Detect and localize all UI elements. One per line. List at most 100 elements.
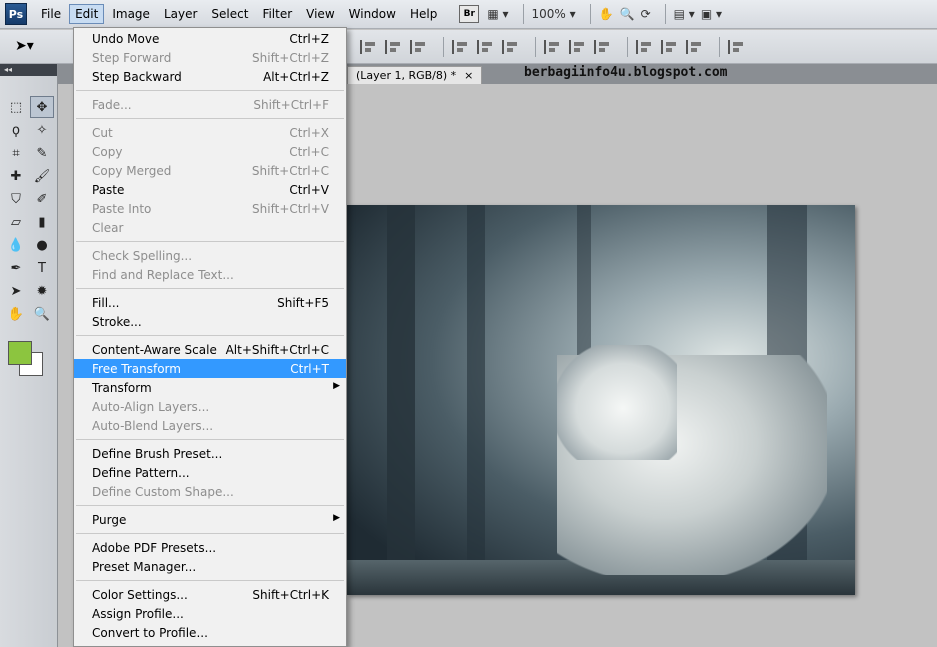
crop-tool-icon[interactable]: ⌗ (4, 142, 28, 164)
type-tool-icon[interactable]: T (30, 257, 54, 279)
menu-item-define-brush-preset[interactable]: Define Brush Preset... (74, 444, 346, 463)
marquee-tool-icon[interactable]: ⬚ (4, 96, 28, 118)
menu-item-color-settings[interactable]: Color Settings... Shift+Ctrl+K (74, 585, 346, 604)
zoom-tool-icon[interactable]: 🔍 (30, 303, 54, 325)
menu-layer[interactable]: Layer (158, 4, 203, 24)
menu-item-assign-profile[interactable]: Assign Profile... (74, 604, 346, 623)
menu-item-preset-manager[interactable]: Preset Manager... (74, 557, 346, 576)
menu-item-label: Step Forward (92, 50, 172, 65)
menu-item-step-forward[interactable]: Step Forward Shift+Ctrl+Z (74, 48, 346, 67)
separator (535, 36, 536, 57)
distribute-left-icon[interactable] (636, 39, 656, 54)
menu-item-transform[interactable]: Transform ▶ (74, 378, 346, 397)
menu-separator (76, 288, 344, 289)
menu-window[interactable]: Window (343, 4, 402, 24)
screen-mode-icon[interactable]: ▣ ▾ (701, 3, 722, 25)
auto-align-layers-icon[interactable] (728, 39, 748, 54)
zoom-level-select[interactable]: 100% ▾ (532, 3, 576, 25)
foreground-color-swatch[interactable] (8, 341, 32, 365)
menu-filter[interactable]: Filter (256, 4, 298, 24)
align-vertical-center-icon[interactable] (385, 39, 405, 54)
align-bottom-icon[interactable] (410, 39, 430, 54)
pen-tool-icon[interactable]: ✒ (4, 257, 28, 279)
align-horizontal-center-icon[interactable] (477, 39, 497, 54)
menu-item-check-spelling[interactable]: Check Spelling... (74, 246, 346, 265)
menu-item-step-backward[interactable]: Step Backward Alt+Ctrl+Z (74, 67, 346, 86)
menu-select[interactable]: Select (205, 4, 254, 24)
distribute-vertical-center-icon[interactable] (569, 39, 589, 54)
tree (387, 205, 415, 565)
separator (627, 36, 628, 57)
menu-item-paste[interactable]: Paste Ctrl+V (74, 180, 346, 199)
gradient-tool-icon[interactable]: ▮ (30, 211, 54, 233)
zoom-tool-icon[interactable]: 🔍 (620, 3, 635, 25)
history-brush-tool-icon[interactable]: ✐ (30, 188, 54, 210)
custom-shape-tool-icon[interactable]: ✹ (30, 280, 54, 302)
separator (589, 4, 591, 24)
align-left-icon[interactable] (452, 39, 472, 54)
tools-panel-collapse-icon[interactable]: ◂◂ (0, 64, 57, 76)
menu-item-label: Paste (92, 182, 125, 197)
menu-item-content-aware-scale[interactable]: Content-Aware Scale Alt+Shift+Ctrl+C (74, 340, 346, 359)
menu-item-auto-align-layers[interactable]: Auto-Align Layers... (74, 397, 346, 416)
distribute-bottom-icon[interactable] (594, 39, 614, 54)
eyedropper-tool-icon[interactable]: ✎ (30, 142, 54, 164)
move-tool-preset-icon[interactable]: ➤▾ (15, 38, 34, 54)
healing-brush-tool-icon[interactable]: ✚ (4, 165, 28, 187)
menu-edit[interactable]: Edit (69, 4, 105, 24)
menu-separator (76, 335, 344, 336)
eraser-tool-icon[interactable]: ▱ (4, 211, 28, 233)
view-extras-icon[interactable]: ▦ ▾ (487, 3, 508, 25)
submenu-arrow-icon: ▶ (333, 513, 340, 523)
menu-item-free-transform[interactable]: Free Transform Ctrl+T (74, 359, 346, 378)
menu-item-auto-blend-layers[interactable]: Auto-Blend Layers... (74, 416, 346, 435)
menu-item-clear[interactable]: Clear (74, 218, 346, 237)
menu-item-copy[interactable]: Copy Ctrl+C (74, 142, 346, 161)
menu-item-stroke[interactable]: Stroke... (74, 312, 346, 331)
menu-item-fade[interactable]: Fade... Shift+Ctrl+F (74, 95, 346, 114)
distribute-top-icon[interactable] (544, 39, 564, 54)
distribute-right-icon[interactable] (686, 39, 706, 54)
separator (522, 4, 524, 24)
menu-item-adobe-pdf-presets[interactable]: Adobe PDF Presets... (74, 538, 346, 557)
menu-item-copy-merged[interactable]: Copy Merged Shift+Ctrl+C (74, 161, 346, 180)
dodge-tool-icon[interactable]: ● (30, 234, 54, 256)
align-right-icon[interactable] (502, 39, 522, 54)
menu-item-purge[interactable]: Purge ▶ (74, 510, 346, 529)
hand-tool-icon[interactable]: ✋ (599, 3, 614, 25)
bridge-button[interactable]: Br (459, 5, 480, 23)
menu-item-find-and-replace-text[interactable]: Find and Replace Text... (74, 265, 346, 284)
menu-item-fill[interactable]: Fill... Shift+F5 (74, 293, 346, 312)
menu-help[interactable]: Help (404, 4, 443, 24)
brush-tool-icon[interactable]: 🖌 (30, 165, 54, 187)
arrange-documents-icon[interactable]: ▤ ▾ (674, 3, 695, 25)
menu-item-undo-move[interactable]: Undo Move Ctrl+Z (74, 29, 346, 48)
align-top-icon[interactable] (360, 39, 380, 54)
menu-item-label: Step Backward (92, 69, 182, 84)
path-selection-tool-icon[interactable]: ➤ (4, 280, 28, 302)
menu-item-shortcut: Alt+Ctrl+Z (263, 69, 329, 84)
menu-item-cut[interactable]: Cut Ctrl+X (74, 123, 346, 142)
menu-item-label: Fade... (92, 97, 132, 112)
menu-item-shortcut: Shift+F5 (277, 295, 329, 310)
menu-item-define-custom-shape[interactable]: Define Custom Shape... (74, 482, 346, 501)
clone-stamp-tool-icon[interactable]: ⛉ (4, 188, 28, 210)
menu-item-label: Define Custom Shape... (92, 484, 234, 499)
close-icon[interactable]: × (464, 69, 473, 82)
menu-view[interactable]: View (300, 4, 340, 24)
blur-tool-icon[interactable]: 💧 (4, 234, 28, 256)
lasso-tool-icon[interactable]: ϙ (4, 119, 28, 141)
rotate-view-icon[interactable]: ⟳ (641, 3, 651, 25)
move-tool-icon[interactable]: ✥ (30, 96, 54, 118)
menu-item-paste-into[interactable]: Paste Into Shift+Ctrl+V (74, 199, 346, 218)
separator (719, 36, 720, 57)
document-tab[interactable]: (Layer 1, RGB/8) * × (347, 66, 483, 84)
menu-image[interactable]: Image (106, 4, 156, 24)
magic-wand-tool-icon[interactable]: ✧ (30, 119, 54, 141)
menu-file[interactable]: File (35, 4, 67, 24)
menu-item-label: Adobe PDF Presets... (92, 540, 217, 555)
distribute-horizontal-center-icon[interactable] (661, 39, 681, 54)
hand-tool-icon[interactable]: ✋ (4, 303, 28, 325)
menu-item-define-pattern[interactable]: Define Pattern... (74, 463, 346, 482)
menu-item-convert-to-profile[interactable]: Convert to Profile... (74, 623, 346, 642)
